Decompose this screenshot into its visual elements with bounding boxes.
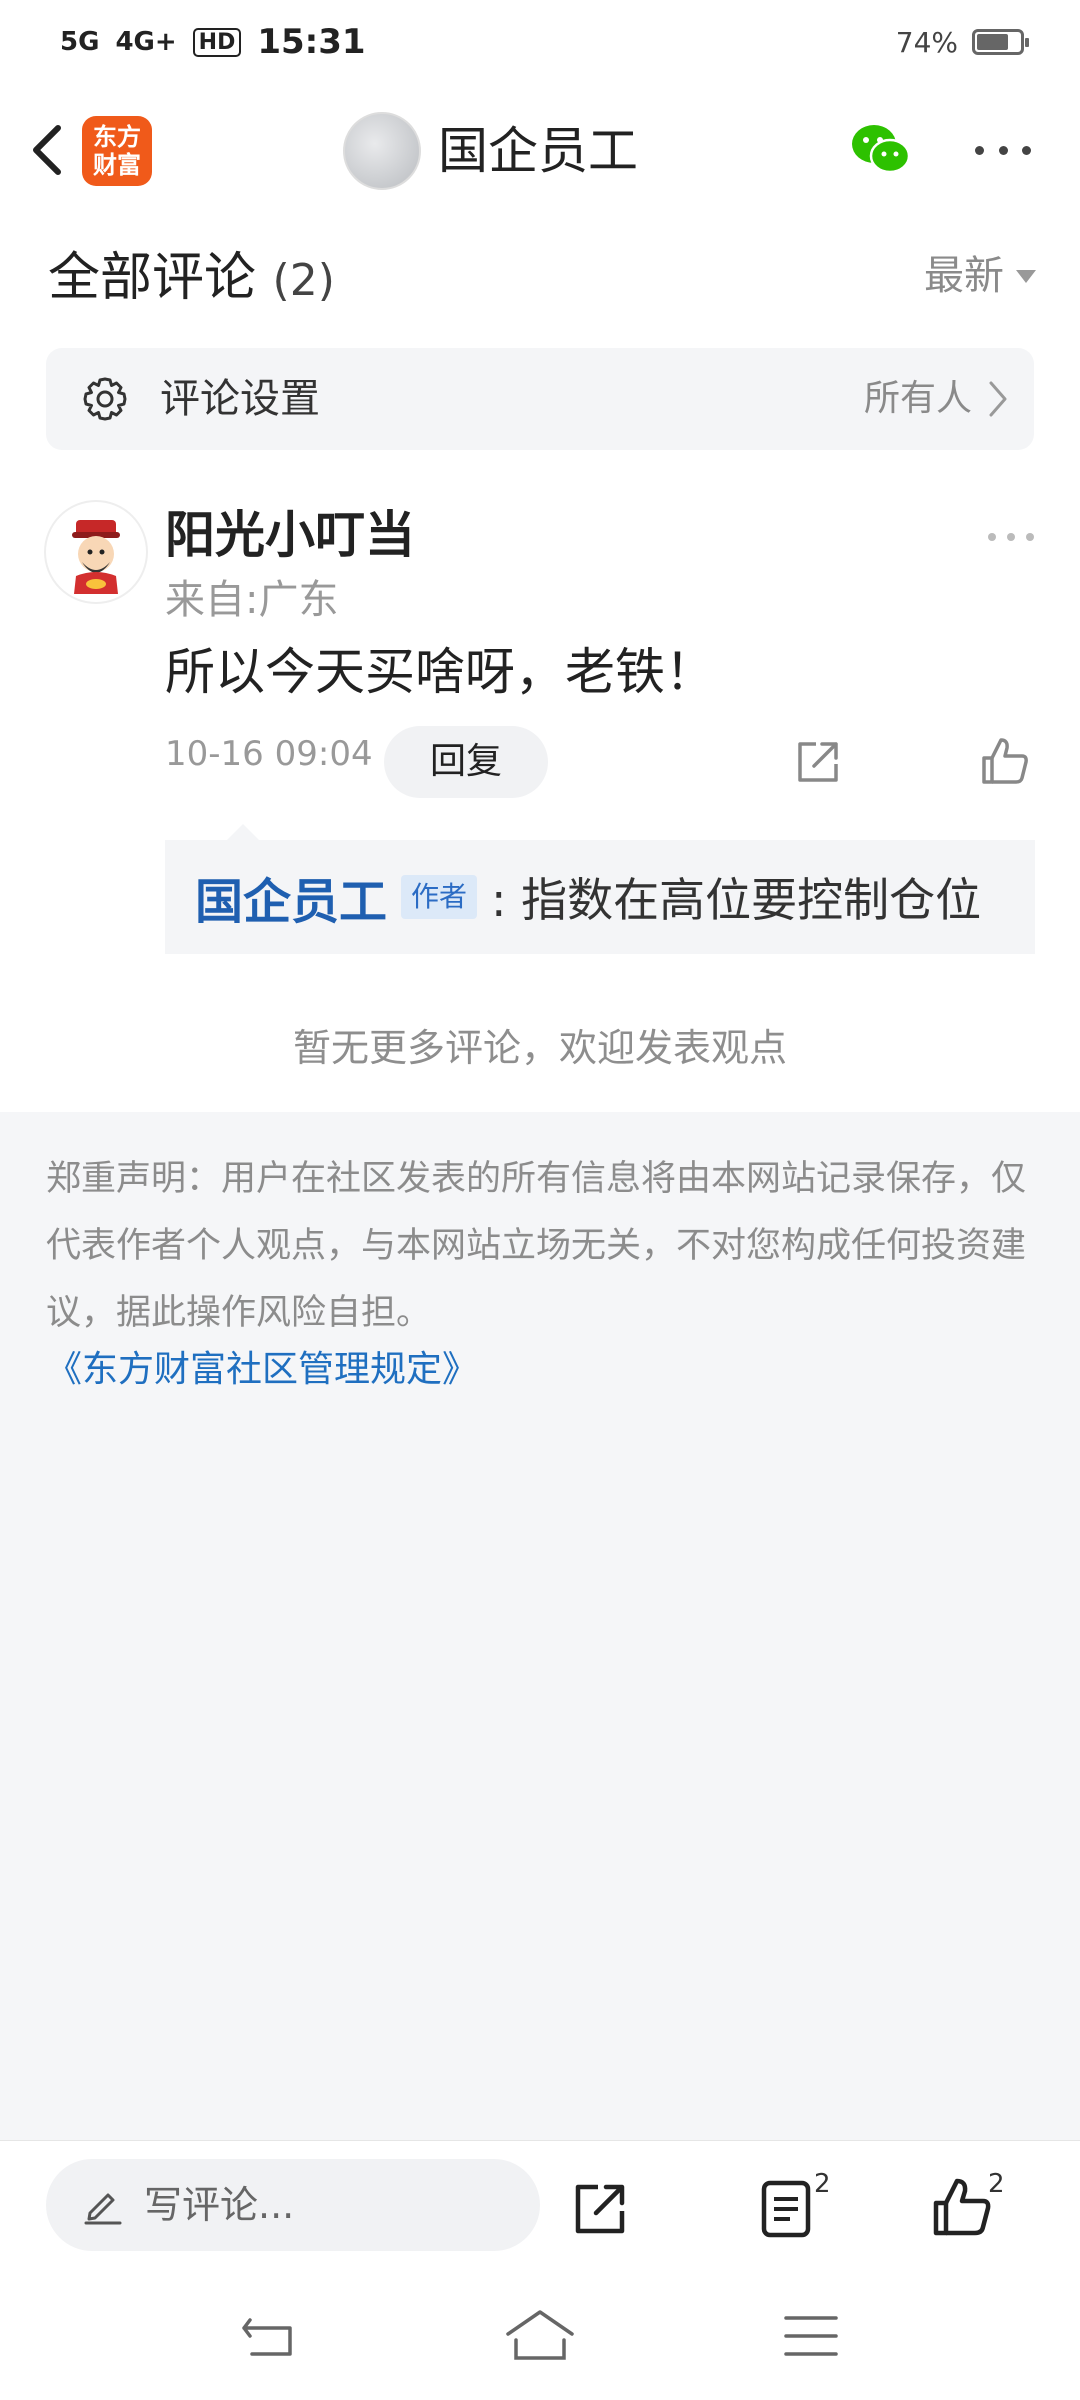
dropdown-arrow-icon [1016, 269, 1036, 283]
reply-line: 国企员工 作者 : 指数在高位要控制仓位 [195, 862, 981, 932]
system-nav-bar [0, 2268, 1080, 2400]
more-icon[interactable] [975, 140, 1031, 160]
thumbs-up-icon[interactable] [980, 736, 1030, 786]
app-logo[interactable]: 东方 财富 [82, 116, 152, 186]
status-bar: 5G 4G+ HD 15:31 74% [0, 0, 1080, 84]
reply-author-name[interactable]: 国企员工 [195, 862, 387, 932]
comments-panel: 全部评论 (2) 最新 评论设置 所有人 阳光小叮当 来自:广东 所以今天买啥呀… [0, 218, 1080, 1112]
comment-text: 所以今天买啥呀，老铁！ [165, 643, 715, 701]
share-icon[interactable] [794, 738, 842, 786]
bottom-action-bar: 写评论... 2 2 [0, 2140, 1080, 2269]
back-icon[interactable] [18, 114, 82, 186]
commenter-name[interactable]: 阳光小叮当 [165, 500, 415, 570]
write-comment-placeholder: 写评论... [144, 2183, 295, 2227]
comment-count-badge: 2 [814, 2169, 831, 2199]
author-avatar[interactable] [343, 112, 421, 190]
chevron-right-icon [989, 381, 1007, 417]
write-comment-input[interactable]: 写评论... [46, 2159, 540, 2251]
no-more-comments: 暂无更多评论，欢迎发表观点 [292, 1026, 787, 1070]
nav-menu-icon[interactable] [784, 2314, 838, 2358]
logo-line-2: 财富 [93, 151, 141, 179]
reply-notch [227, 824, 259, 840]
sort-label: 最新 [924, 253, 1004, 299]
status-left: 5G 4G+ HD 15:31 [60, 14, 366, 70]
battery-percent: 74% [895, 25, 958, 59]
comments-list-icon[interactable] [760, 2179, 812, 2239]
wechat-icon[interactable] [850, 120, 912, 178]
community-rules-link[interactable]: 《东方财富社区管理规定》 [46, 1340, 478, 1400]
share-icon[interactable] [570, 2179, 630, 2239]
network-5g: 5G [60, 27, 100, 57]
reply-button[interactable]: 回复 [384, 726, 548, 798]
nav-back-icon[interactable] [240, 2312, 298, 2360]
nav-home-icon[interactable] [504, 2308, 576, 2362]
god-of-wealth-avatar-icon [72, 520, 120, 594]
like-count-badge: 2 [988, 2169, 1005, 2199]
author-badge: 作者 [401, 875, 478, 919]
battery-icon [972, 29, 1029, 55]
comments-heading: 全部评论 (2) [48, 242, 335, 317]
battery-level [977, 34, 1008, 50]
clock: 15:31 [257, 22, 366, 62]
comments-count: (2) [272, 255, 335, 306]
top-nav-bar: 东方 财富 国企员工 [0, 84, 1080, 219]
pen-icon [84, 2193, 122, 2225]
thumbs-up-icon[interactable] [932, 2177, 992, 2239]
sort-dropdown[interactable]: 最新 [924, 244, 1036, 308]
gear-icon [83, 377, 127, 421]
network-4g: 4G+ [115, 27, 177, 57]
commenter-location: 来自:广东 [165, 577, 339, 623]
settings-value: 所有人 [863, 378, 972, 419]
comments-title: 全部评论 [48, 248, 257, 308]
comment-settings-row[interactable]: 评论设置 所有人 [46, 348, 1034, 450]
logo-line-1: 东方 [93, 123, 141, 151]
hd-indicator: HD [192, 27, 242, 57]
reply-text: : 指数在高位要控制仓位 [491, 873, 982, 927]
comment-more-icon[interactable] [988, 530, 1034, 544]
comment-time: 10-16 09:04 [165, 734, 373, 774]
status-right: 74% [895, 20, 1029, 64]
settings-label: 评论设置 [160, 376, 320, 422]
page-title[interactable]: 国企员工 [438, 116, 638, 186]
commenter-avatar[interactable] [44, 500, 148, 604]
reply-thread[interactable]: 国企员工 作者 : 指数在高位要控制仓位 [165, 824, 1035, 954]
disclaimer-text: 郑重声明：用户在社区发表的所有信息将由本网站记录保存，仅代表作者个人观点，与本网… [46, 1159, 1027, 1333]
